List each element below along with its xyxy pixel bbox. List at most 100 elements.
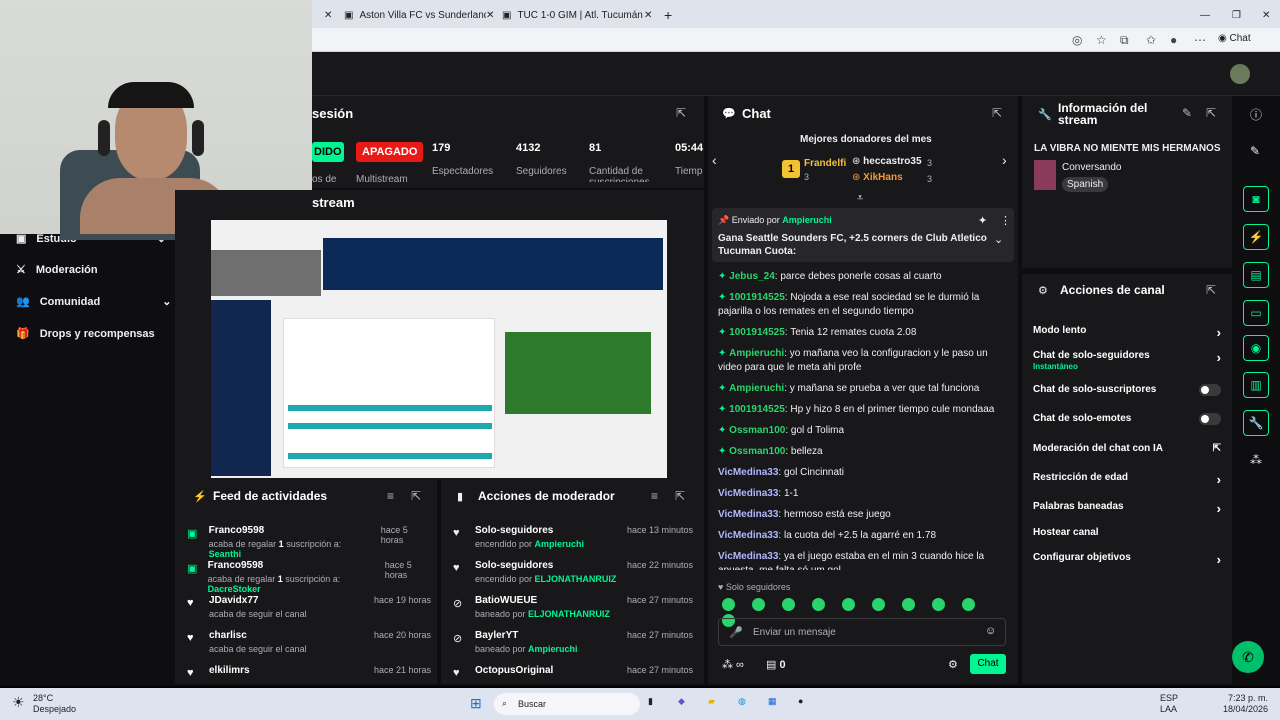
rail-camera-button[interactable]: ◙ [1243,186,1269,212]
sidebar-item-comunidad[interactable]: 👥 Comunidad ⌄ [16,295,171,309]
activity-user[interactable]: Franco9598 [209,525,371,536]
activity-row[interactable]: ♥ JDavidx77 acaba de seguir el canal hace 1… [187,595,431,630]
taskbar-search[interactable]: ⌕ Buscar [494,693,640,715]
chat-username[interactable]: Ampieruchi [729,348,784,359]
channel-action-row[interactable]: Modo lento › [1033,325,1221,340]
channel-action-row[interactable]: Configurar objetivos › [1033,552,1221,567]
toggle-switch[interactable] [1199,384,1221,396]
chat-username[interactable]: VicMedina33 [718,530,778,541]
emote-icon[interactable] [812,598,825,611]
chat-message[interactable]: VicMedina33: hermoso está ese juego [718,508,1008,522]
chat-message[interactable]: ✦ 1001914525: Nojoda a ese real sociedad… [718,291,1008,319]
mod-action-row[interactable]: ♥ Solo-seguidores encendido por Ampieruchi… [453,525,693,560]
copilot-chat-button[interactable]: ◉ Chat [1218,33,1251,44]
close-window-icon[interactable]: ✕ [1254,4,1278,26]
edit-pencil-icon[interactable]: ✎ [1182,106,1192,120]
channel-action-row[interactable]: Chat de solo-seguidores Instantáneo › [1033,350,1221,371]
sidebar-item-drops[interactable]: 🎁 Drops y recompensas [16,327,155,341]
edge-icon[interactable]: ◍ [738,696,746,707]
chat-message[interactable]: ✦ 1001914525: Tenia 12 remates cuota 2.0… [718,326,1008,340]
category-name[interactable]: Conversando [1062,162,1121,173]
settings-gear-icon[interactable]: ⚙ [948,658,958,671]
channel-action-row[interactable]: Palabras baneadas › [1033,501,1221,516]
chat-message[interactable]: VicMedina33: 1-1 [718,487,1008,501]
emote-icon[interactable] [932,598,945,611]
emote-icon[interactable] [962,598,975,611]
new-tab-icon[interactable]: + [656,4,676,26]
chat-username[interactable]: VicMedina33 [718,467,778,478]
channel-action-row[interactable]: Chat de solo-suscriptores [1033,384,1221,396]
bookmark-star-icon[interactable]: ☆ [1096,33,1107,47]
mod-action-row[interactable]: ⊘ BatioWUEUE baneado por ELJONATHANRUIZ hac… [453,595,693,630]
channel-action-row[interactable]: Chat de solo-emotes [1033,413,1221,425]
channel-action-row[interactable]: Hostear canal [1033,527,1221,538]
chevron-down-icon[interactable]: ⌄ [994,233,1003,246]
collapse-icon[interactable]: ⩡ [857,192,863,205]
store-icon[interactable]: ▦ [768,696,777,707]
chat-message[interactable]: ✦ 1001914525: Hp y hizo 8 en el primer t… [718,403,1008,417]
rail-queue-button[interactable]: ▥ [1243,372,1269,398]
chat-username[interactable]: 1001914525 [729,404,785,415]
rail-broadcast-button[interactable]: ◉ [1243,335,1269,361]
chat-input[interactable]: 🎤 Enviar un mensaje ☺ [718,618,1006,646]
profile-icon[interactable]: ● [1170,33,1177,47]
browser-tab[interactable]: ▣TUC 1-0 GIM | Atl. Tucumán vs Gim [494,4,644,26]
activity-row[interactable]: ▣ Franco9598 acaba de regalar 1 suscripció… [187,560,431,595]
channel-action-row[interactable]: Restricción de edad › [1033,472,1221,487]
chat-username[interactable]: VicMedina33 [718,551,778,562]
popout-icon[interactable]: ⇱ [1206,283,1216,297]
filter-icon[interactable]: ≡ [387,489,394,503]
chat-message[interactable]: VicMedina33: gol Cincinnati [718,466,1008,480]
activity-user[interactable]: Franco9598 [208,560,375,571]
taskview-icon[interactable]: ▮ [648,696,653,707]
chat-send-button[interactable]: Chat [970,654,1006,674]
emoji-icon[interactable]: ☺ [985,625,996,637]
emote-icon[interactable] [752,598,765,611]
rail-chat-button[interactable]: ▭ [1243,300,1269,326]
clock-time[interactable]: 7:23 p. m. [1208,693,1268,703]
filter-icon[interactable]: ≡ [651,489,658,503]
sidebar-item-moderacion[interactable]: ⚔ Moderación [16,263,98,277]
emote-icon[interactable] [902,598,915,611]
popout-icon[interactable]: ⇱ [675,489,685,503]
app-icon[interactable]: ● [798,696,803,706]
extensions-icon[interactable]: ⧉ [1120,33,1129,48]
support-chat-button[interactable]: ✆ [1232,641,1264,673]
chat-message[interactable]: ✦ Jebus_24: parce debes ponerle cosas al… [718,270,1008,284]
donor-row[interactable]: ⊛ XikHans [852,172,903,183]
pencil-icon[interactable]: ✎ [1250,144,1260,158]
activity-row[interactable]: ♥ charlisc acaba de seguir el canal hace 20… [187,630,431,665]
activity-user[interactable]: charlisc [209,630,307,641]
activity-user[interactable]: JDavidx77 [209,595,307,606]
donor-name[interactable]: Frandelfi [804,158,846,169]
rail-points-icon[interactable]: ⁂ [1250,453,1262,467]
favorites-icon[interactable]: ✩ [1146,33,1156,47]
restore-icon[interactable]: ❐ [1224,4,1249,26]
community-points-icon[interactable]: ⁂ ∞ [722,658,744,671]
chat-username[interactable]: Ossman100 [729,446,785,457]
tab-close-icon[interactable]: ✕ [478,4,494,26]
chat-username[interactable]: Jebus_24 [729,271,775,282]
chat-message[interactable]: VicMedina33: la cuota del +2.5 la agarré… [718,529,1008,543]
donor-row[interactable]: ⊛ heccastro35 [852,156,922,167]
rail-bolt-button[interactable]: ⚡ [1243,224,1269,250]
toggle-switch[interactable] [1199,413,1221,425]
chat-message[interactable]: ✦ Ampieruchi: yo mañana veo la configura… [718,347,1008,375]
activity-row[interactable]: ▣ Franco9598 acaba de regalar 1 suscripció… [187,525,431,560]
kebab-icon[interactable]: ⋮ [1000,214,1011,227]
popout-icon[interactable]: ⇱ [1206,106,1216,120]
rail-wrench-button[interactable]: 🔧 [1243,410,1269,436]
chat-username[interactable]: Ossman100 [729,425,785,436]
chat-message[interactable]: ✦ Ossman100: gol d Tolima [718,424,1008,438]
emote-icon[interactable] [722,598,735,611]
language-indicator[interactable]: ESP [1160,693,1178,703]
app-icon[interactable]: ◆ [678,696,685,707]
rail-notes-button[interactable]: ▤ [1243,262,1269,288]
windows-start-icon[interactable]: ⊞ [470,695,482,712]
stream-preview-video[interactable] [211,220,667,478]
chevron-right-icon[interactable]: › [1002,152,1007,168]
chat-username[interactable]: 1001914525 [729,292,785,303]
file-explorer-icon[interactable]: ▰ [708,696,715,707]
mic-icon[interactable]: 🎤 [729,626,743,639]
gift-box-icon[interactable]: ▤ 0 [766,658,786,671]
